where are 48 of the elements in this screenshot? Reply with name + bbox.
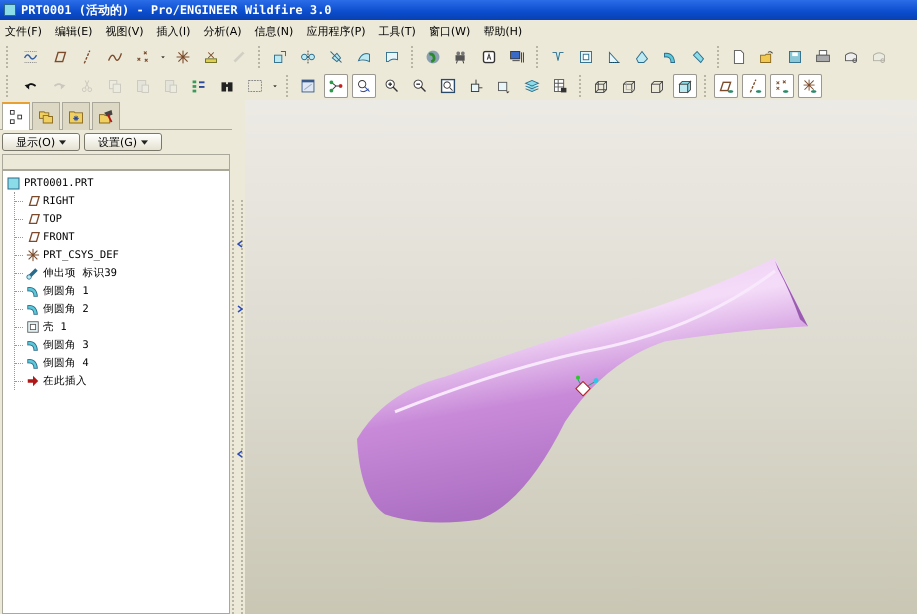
folder-tools-icon[interactable] [92, 102, 120, 130]
tree-item[interactable]: TOP [43, 213, 62, 225]
tree-item[interactable]: PRT_CSYS_DEF [43, 249, 119, 261]
plane-icon [26, 230, 40, 244]
menu-item[interactable]: 工具(T) [378, 24, 416, 38]
menu-item[interactable]: 分析(A) [203, 24, 242, 38]
expand-right-icon[interactable] [236, 305, 243, 313]
tree-item[interactable]: 壳 1 [43, 320, 67, 334]
axis-eye-icon[interactable] [742, 74, 766, 98]
dropdown-button[interactable]: 设置(G) [84, 133, 162, 151]
menu-item[interactable]: 编辑(E) [54, 24, 92, 38]
menu-item[interactable]: 信息(N) [254, 24, 294, 38]
tree-item[interactable]: 倒圆角 3 [43, 338, 89, 352]
csys-eye-icon[interactable] [798, 74, 822, 98]
shell-icon [26, 320, 40, 334]
menu-item[interactable]: 窗口(W) [428, 24, 470, 38]
menu-item[interactable]: 视图(V) [105, 24, 144, 38]
coordinate-marker-icon [575, 376, 598, 397]
plane-icon [26, 212, 40, 226]
menu-item[interactable]: 插入(I) [156, 24, 190, 38]
point-eye-icon[interactable] [770, 74, 794, 98]
caret-icon [59, 140, 66, 144]
tree-item[interactable]: 伸出项 标识39 [43, 266, 117, 280]
tree-item[interactable]: 倒圆角 4 [43, 356, 89, 370]
dropdown-button[interactable]: 显示(O) [2, 133, 80, 151]
tree-item[interactable]: 倒圆角 1 [43, 284, 89, 298]
collapse-left-icon[interactable] [236, 450, 243, 458]
arrow-icon [26, 374, 40, 388]
folder-icon[interactable] [62, 102, 90, 130]
shaded-cube-icon[interactable] [673, 74, 697, 98]
tree-item[interactable]: PRT0001.PRT [24, 177, 94, 189]
window-title: PRT0001 (活动的) - Pro/ENGINEER Wildfire 3.0 [21, 2, 332, 18]
plane-eye-icon[interactable] [714, 74, 738, 98]
caret-icon [141, 140, 148, 144]
tree-item[interactable]: FRONT [43, 231, 75, 243]
menu-item[interactable]: 帮助(H) [483, 24, 522, 38]
collapse-left-icon[interactable] [236, 240, 243, 248]
tree-item[interactable]: 倒圆角 2 [43, 302, 89, 316]
menu-item[interactable]: 文件(F) [5, 24, 42, 38]
tree-item[interactable]: 在此插入 [43, 374, 87, 388]
cube-icon [7, 176, 21, 190]
csys-icon [26, 248, 40, 262]
folders-icon[interactable] [32, 102, 60, 130]
tree-item[interactable]: RIGHT [43, 195, 75, 207]
plane-icon [26, 194, 40, 208]
menu-item[interactable]: 应用程序(P) [306, 24, 366, 38]
window-icon [4, 4, 16, 16]
tree-icon[interactable] [2, 102, 30, 130]
